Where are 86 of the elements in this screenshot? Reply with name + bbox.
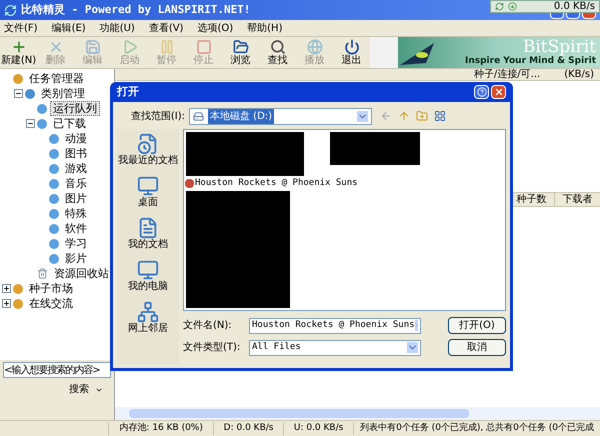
place-shortcut[interactable]: 我的文档 [128, 217, 168, 251]
menu-item[interactable]: 查看(V) [148, 20, 184, 36]
toolbar-button[interactable]: 新建(N) [0, 37, 37, 68]
tree-item[interactable]: 种子市场 [26, 281, 76, 296]
file-name-label: 文件名(N): [183, 318, 233, 333]
dialog-title: 打开 [117, 84, 139, 100]
column-header[interactable]: (KB/s) [564, 69, 594, 80]
tree-item[interactable]: 特殊 [62, 206, 90, 221]
toolbar-button[interactable]: 浏览 [222, 37, 259, 68]
open-button[interactable]: 打开(O) [448, 317, 506, 334]
trash-icon [37, 268, 48, 279]
tree-item[interactable]: 已下载 [50, 116, 89, 131]
expand-toggle-icon[interactable] [2, 299, 11, 308]
tree-item[interactable]: 类别管理 [38, 86, 88, 101]
desktop-icon [137, 175, 159, 197]
pause-icon [158, 39, 174, 55]
place-shortcut[interactable]: 桌面 [137, 175, 159, 209]
close-button[interactable] [582, 13, 596, 19]
plus-icon [10, 39, 26, 55]
column-header[interactable]: 种子/连接/可... [474, 69, 540, 80]
recent-documents-icon [137, 133, 159, 155]
file-item[interactable]: Houston Rockets @ Phoenix Suns [195, 177, 358, 190]
horizontal-scrollbar[interactable] [115, 407, 600, 420]
place-shortcut[interactable]: 我的电脑 [128, 259, 168, 293]
tree-item[interactable]: 音乐 [62, 176, 90, 191]
status-text: 列表中有0个任务 (0个已完成), 总共有0个任务 (0个已完成 [353, 422, 600, 436]
close-button[interactable] [491, 85, 506, 99]
cancel-button[interactable]: 取消 [448, 339, 506, 356]
banner-slogan: Inspire Your Mind & Spirit [464, 56, 596, 66]
network-icon [137, 301, 159, 323]
search-icon [270, 39, 286, 55]
menu-item[interactable]: 编辑(E) [52, 20, 86, 36]
globe-icon [306, 39, 322, 55]
status-text: D: 0.0 KB/s [213, 422, 284, 436]
toolbar-button[interactable]: 退出 [333, 37, 370, 68]
expand-toggle-icon[interactable] [2, 284, 11, 293]
file-type-dropdown[interactable]: All Files [249, 340, 421, 356]
window-title: 比特精灵 - Powered by LANSPIRIT.NET! [21, 2, 250, 18]
stop-icon [196, 39, 212, 55]
tree-item[interactable]: 在线交流 [26, 296, 76, 311]
file-icon [185, 179, 194, 188]
status-text: U: 0.0 KB/s [283, 422, 354, 436]
play-icon [122, 39, 138, 55]
documents-folder-icon [137, 217, 159, 239]
tree-item[interactable]: 游戏 [62, 161, 90, 176]
tree-item[interactable]: 资源回收站 [51, 266, 112, 281]
toolbar-button[interactable]: 查找 [259, 37, 296, 68]
view-menu-icon[interactable] [434, 110, 446, 122]
tree-item[interactable]: 任务管理器 [26, 71, 87, 86]
look-in-dropdown[interactable]: 本地磁盘 (D:) [189, 108, 372, 124]
tree-item[interactable]: 动漫 [62, 131, 90, 146]
search-field[interactable]: <输入想要搜索的内容> [3, 362, 111, 378]
refresh-icon [495, 2, 504, 11]
app-icon [4, 4, 17, 16]
banner-title: BitSpirit [522, 39, 596, 56]
menu-item[interactable]: 选项(O) [197, 20, 234, 36]
collapse-toggle-icon[interactable] [26, 119, 35, 128]
minimize-button[interactable] [550, 13, 564, 19]
status-text: 内存池: 16 KB (0%) [108, 422, 214, 436]
drive-icon [193, 110, 204, 122]
tree-item[interactable]: 图书 [62, 146, 90, 161]
tree-item[interactable]: 影片 [62, 251, 90, 266]
place-shortcut[interactable]: 我最近的文档 [118, 133, 178, 167]
help-button[interactable] [474, 85, 489, 99]
file-type-label: 文件类型(T): [183, 340, 242, 355]
folder-icon [232, 39, 248, 55]
maximize-button[interactable] [566, 13, 580, 19]
computer-icon [137, 259, 159, 281]
toolbar-filler [370, 37, 398, 68]
power-icon [344, 39, 360, 55]
file-name-field[interactable]: Houston Rockets @ Phoenix Suns [249, 318, 421, 334]
help-icon [476, 87, 486, 97]
menu-item[interactable]: 帮助(H) [247, 20, 282, 36]
search-button[interactable]: 搜索 [69, 382, 103, 397]
column-header[interactable]: 下载者 [554, 192, 600, 207]
close-icon [494, 87, 504, 97]
tree-item[interactable]: 软件 [62, 221, 90, 236]
tree-item[interactable]: 学习 [62, 236, 90, 251]
menu-item[interactable]: 文件(F) [4, 20, 38, 36]
collapse-toggle-icon[interactable] [14, 89, 23, 98]
tree-item[interactable]: 运行队列 [50, 101, 100, 116]
menu-item[interactable]: 功能(U) [100, 20, 135, 36]
place-shortcut[interactable]: 网上邻居 [128, 301, 168, 335]
look-in-label: 查找范围(I): [130, 110, 186, 124]
speed-reading: 0.0 KB/s [554, 2, 595, 12]
tree-item[interactable]: 图片 [62, 191, 90, 206]
